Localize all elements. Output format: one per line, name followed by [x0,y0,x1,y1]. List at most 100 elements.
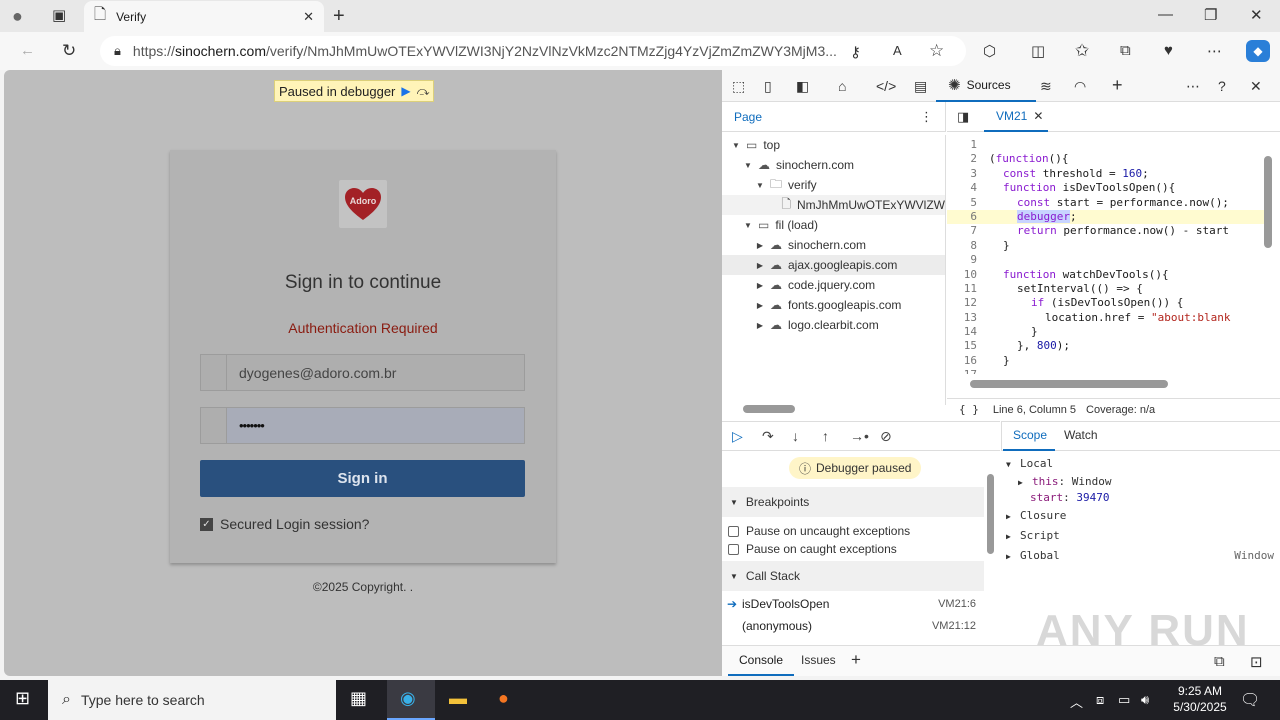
tab-watch[interactable]: Watch [1064,428,1098,442]
tree-item[interactable]: ▶ ☁ sinochern.com [722,235,945,255]
volume-icon[interactable]: 🔊︎ [1141,692,1149,708]
tree-item[interactable]: ▶ ☁ fonts.googleapis.com [722,295,945,315]
pause-caught-checkbox[interactable]: Pause on caught exceptions [728,542,897,556]
call-frame[interactable]: (anonymous) VM21:12 [722,615,984,637]
back-icon[interactable]: ← [20,42,35,59]
tree-item[interactable]: ▼ ▭ top [722,135,945,155]
firefox-icon[interactable]: ● [498,688,509,709]
windows-start-icon[interactable]: ⊞ [15,688,30,709]
toggle-navigator-icon[interactable]: ◨ [957,109,969,125]
more-tools-icon[interactable]: + [1112,75,1123,96]
tab-vm21[interactable]: VM21 ✕ [984,102,1048,132]
debugger-sidebar-scrollbar[interactable] [987,474,994,554]
taskbar-search[interactable]: ⌕ Type here to search [48,680,336,720]
taskbar-clock[interactable]: 9:25 AM 5/30/2025 [1160,683,1240,715]
tree-item[interactable]: ▶ ☁ ajax.googleapis.com [722,255,945,275]
expand-arrow-icon[interactable]: ▼ [730,141,742,150]
tree-item[interactable]: ▼ ▭ fil (load) [722,215,945,235]
favorites-icon[interactable]: ✩ [1075,41,1089,61]
expand-arrow-icon[interactable]: ▼ [742,161,754,170]
resume-execution-icon[interactable]: ▷ [732,428,743,445]
task-view-icon[interactable]: ▦ [350,688,367,709]
step-into-icon[interactable]: ↓ [792,428,799,444]
help-icon[interactable]: ? [1218,78,1226,94]
tab-actions-icon[interactable]: ▣ [52,6,66,24]
tab-scope[interactable]: Scope [1003,421,1055,451]
scope-local[interactable]: ▼ Local [1006,457,1053,470]
network-tray-icon[interactable]: ▭ [1118,692,1130,708]
tree-item[interactable]: ▶ ☁ logo.clearbit.com [722,315,945,335]
tab-issues[interactable]: Issues [801,653,836,667]
scope-closure[interactable]: ▶ Closure [1006,509,1066,522]
dock-icon[interactable]: ◧ [796,78,809,95]
expand-arrow-icon[interactable]: ▶ [754,241,766,250]
lock-icon[interactable]: 🔒︎ [114,43,121,59]
expand-arrow-icon[interactable]: ▶ [754,281,766,290]
step-out-icon[interactable]: ↑ [822,428,829,444]
scope-start[interactable]: start: 39470 [1030,491,1110,504]
favorite-icon[interactable]: ☆ [929,41,944,61]
close-drawer-icon[interactable]: ⊡ [1250,653,1263,671]
add-drawer-tab-icon[interactable]: + [851,650,861,670]
close-window-icon[interactable]: ✕ [1250,6,1263,24]
tab-sources[interactable]: ✺ Sources [936,70,1036,102]
dock-drawer-icon[interactable]: ⧉ [1214,653,1225,670]
tab-console[interactable]: Console [728,645,794,676]
more-options-icon[interactable]: ⋯ [1186,78,1200,95]
tree-item[interactable]: ▶ ☁ code.jquery.com [722,275,945,295]
tray-chevron-icon[interactable]: ︿ [1070,692,1083,711]
profile-icon[interactable]: ● [12,6,23,27]
close-file-icon[interactable]: ✕ [1033,109,1043,123]
step-over-icon[interactable]: ⤼ [417,84,430,99]
performance-icon[interactable]: ♥ [1164,42,1173,59]
new-tab-icon[interactable]: + [333,5,345,28]
breakpoints-section[interactable]: ▼ Breakpoints [722,487,984,517]
read-aloud-icon[interactable]: A [893,43,902,58]
code-editor[interactable]: 1 2 (function(){ 3 const threshold = 160; … [947,138,1265,374]
network-icon[interactable]: ≋ [1040,78,1052,95]
email-field[interactable]: dyogenes@adoro.com.br [200,354,525,391]
maximize-icon[interactable]: ❐ [1204,6,1217,24]
elements-icon[interactable]: </> [876,78,896,94]
pretty-print-icon[interactable]: { } [959,403,979,416]
browser-tab[interactable]: 🗋 Verify ✕ [84,1,324,32]
scope-script[interactable]: ▶ Script [1006,529,1060,542]
tree-item[interactable]: ▼ 🗀 verify [722,175,945,195]
tree-item[interactable]: ▼ ☁ sinochern.com [722,155,945,175]
welcome-home-icon[interactable]: ⌂ [838,78,846,94]
address-bar[interactable]: 🔒︎ https://sinochern.com/verify/NmJhMmUw… [100,36,966,66]
editor-vertical-scrollbar[interactable] [1264,156,1272,248]
deactivate-breakpoints-icon[interactable]: ⊘ [880,428,892,445]
navigator-menu-icon[interactable]: ⋮ [920,109,933,125]
refresh-icon[interactable]: ↻ [62,41,76,61]
call-stack-section[interactable]: ▼ Call Stack [722,561,984,591]
tab-page[interactable]: Page [734,110,762,124]
step-icon[interactable]: →• [850,428,869,444]
sign-in-button[interactable]: Sign in [200,460,525,497]
expand-arrow-icon[interactable]: ▼ [742,221,754,230]
step-over-next-icon[interactable]: ↷ [762,428,774,445]
expand-arrow-icon[interactable]: ▼ [754,181,766,190]
tray-device-icon[interactable]: ⧈ [1096,692,1104,708]
minimize-icon[interactable]: — [1158,6,1173,23]
extensions-icon[interactable]: ⬡ [983,42,996,60]
inspect-icon[interactable]: ⬚ [732,78,745,95]
secured-session-checkbox[interactable]: ✓ Secured Login session? [200,516,369,532]
close-tab-icon[interactable]: ✕ [303,9,314,25]
password-field[interactable]: ••••••• [200,407,525,444]
collections-icon[interactable]: ⧉ [1120,42,1131,59]
tree-horizontal-scrollbar[interactable] [743,405,795,413]
menu-icon[interactable]: ⋯ [1207,42,1222,60]
console-panel-icon[interactable]: ▤ [914,78,927,95]
close-devtools-icon[interactable]: ✕ [1250,78,1262,95]
tree-item[interactable]: 🗋 NmJhMmUwOTExYWVlZW [722,195,945,215]
resume-icon[interactable]: ▶︎ [401,84,410,98]
split-screen-icon[interactable]: ◫ [1031,42,1045,60]
performance-panel-icon[interactable]: ◠ [1074,78,1086,95]
checkbox-box[interactable] [728,543,739,555]
expand-arrow-icon[interactable]: ▶ [754,321,766,330]
checkmark-icon[interactable]: ✓ [200,517,213,531]
editor-horizontal-scrollbar[interactable] [970,380,1168,388]
pause-uncaught-checkbox[interactable]: Pause on uncaught exceptions [728,524,910,538]
call-frame[interactable]: ➔ isDevToolsOpen VM21:6 [722,593,984,615]
